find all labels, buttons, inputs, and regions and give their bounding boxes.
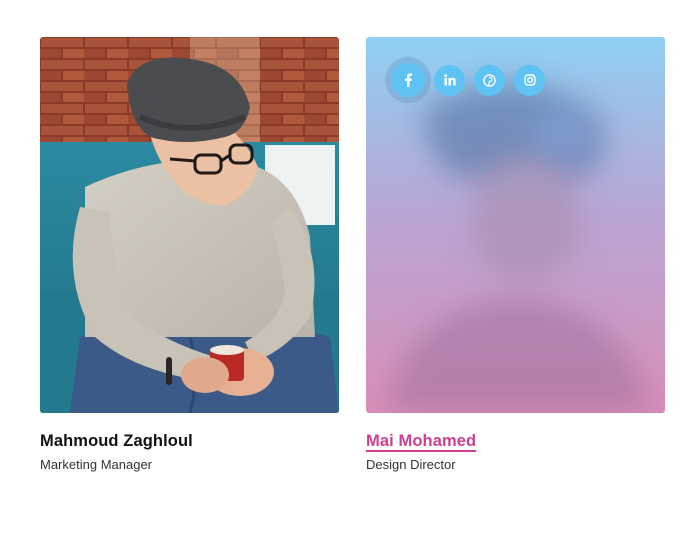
member-photo[interactable] [40, 37, 339, 413]
member-name[interactable]: Mahmoud Zaghloul [40, 431, 193, 451]
facebook-button[interactable] [391, 63, 425, 97]
member-photo[interactable] [366, 37, 665, 413]
member-name[interactable]: Mai Mohamed [366, 431, 476, 451]
pinterest-button[interactable] [474, 64, 505, 96]
pinterest-icon [483, 73, 496, 87]
linkedin-button[interactable] [434, 64, 465, 96]
instagram-icon [523, 74, 536, 86]
linkedin-icon [443, 74, 456, 86]
team-card: Mai Mohamed Design Director [366, 37, 665, 473]
social-links [391, 63, 545, 97]
team-card: Mahmoud Zaghloul Marketing Manager [40, 37, 339, 473]
member-role: Marketing Manager [40, 457, 152, 472]
facebook-icon [403, 73, 413, 87]
instagram-button[interactable] [514, 64, 545, 96]
team-grid: Mahmoud Zaghloul Marketing Manager Mai M… [0, 0, 696, 554]
member-role: Design Director [366, 457, 456, 472]
